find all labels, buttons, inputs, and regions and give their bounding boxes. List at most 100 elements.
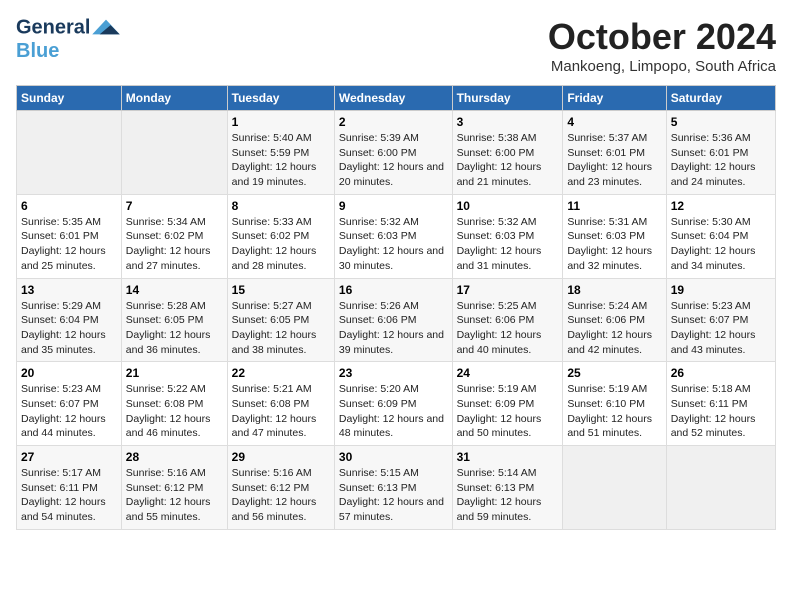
calendar-week-row: 20 Sunrise: 5:23 AMSunset: 6:07 PMDayligh… xyxy=(17,362,776,446)
calendar-cell: 16Sunrise: 5:26 AMSunset: 6:06 PMDayligh… xyxy=(334,278,452,362)
day-info: Sunrise: 5:24 AMSunset: 6:06 PMDaylight:… xyxy=(567,299,661,358)
day-info: Sunrise: 5:21 AMSunset: 6:08 PMDaylight:… xyxy=(232,382,330,441)
day-number: 5 xyxy=(671,115,771,129)
weekday-header: Wednesday xyxy=(334,86,452,111)
day-number: 13 xyxy=(21,283,117,297)
logo: General Blue xyxy=(16,16,120,62)
day-info: Sunrise: 5:36 AMSunset: 6:01 PMDaylight:… xyxy=(671,131,771,190)
location: Mankoeng, Limpopo, South Africa xyxy=(548,58,776,75)
day-number: 21 xyxy=(126,366,223,380)
weekday-header: Monday xyxy=(121,86,227,111)
calendar-cell xyxy=(17,111,122,195)
calendar-cell: 21Sunrise: 5:22 AMSunset: 6:08 PMDayligh… xyxy=(121,362,227,446)
calendar-cell: 4 Sunrise: 5:37 AMSunset: 6:01 PMDaylight… xyxy=(563,111,666,195)
calendar-cell: 19 Sunrise: 5:23 AMSunset: 6:07 PMDayligh… xyxy=(666,278,775,362)
calendar-cell: 18 Sunrise: 5:24 AMSunset: 6:06 PMDayligh… xyxy=(563,278,666,362)
day-info: Sunrise: 5:30 AMSunset: 6:04 PMDaylight:… xyxy=(671,215,771,274)
day-info: Sunrise: 5:19 AMSunset: 6:09 PMDaylight:… xyxy=(457,382,559,441)
day-number: 27 xyxy=(21,450,117,464)
day-number: 20 xyxy=(21,366,117,380)
day-info: Sunrise: 5:23 AMSunset: 6:07 PMDaylight:… xyxy=(21,382,117,441)
calendar-cell: 17Sunrise: 5:25 AMSunset: 6:06 PMDayligh… xyxy=(452,278,563,362)
calendar-week-row: 1 Sunrise: 5:40 AMSunset: 5:59 PMDaylight… xyxy=(17,111,776,195)
day-info: Sunrise: 5:28 AMSunset: 6:05 PMDaylight:… xyxy=(126,299,223,358)
day-info: Sunrise: 5:37 AMSunset: 6:01 PMDaylight:… xyxy=(567,131,661,190)
weekday-header: Thursday xyxy=(452,86,563,111)
weekday-header: Friday xyxy=(563,86,666,111)
calendar-cell: 28 Sunrise: 5:16 AMSunset: 6:12 PMDayligh… xyxy=(121,446,227,530)
calendar-cell: 24 Sunrise: 5:19 AMSunset: 6:09 PMDayligh… xyxy=(452,362,563,446)
calendar-cell: 25Sunrise: 5:19 AMSunset: 6:10 PMDayligh… xyxy=(563,362,666,446)
calendar-cell: 12Sunrise: 5:30 AMSunset: 6:04 PMDayligh… xyxy=(666,194,775,278)
day-info: Sunrise: 5:27 AMSunset: 6:05 PMDaylight:… xyxy=(232,299,330,358)
calendar-cell: 5 Sunrise: 5:36 AMSunset: 6:01 PMDaylight… xyxy=(666,111,775,195)
day-number: 23 xyxy=(339,366,448,380)
calendar-cell: 13Sunrise: 5:29 AMSunset: 6:04 PMDayligh… xyxy=(17,278,122,362)
calendar-week-row: 27 Sunrise: 5:17 AMSunset: 6:11 PMDayligh… xyxy=(17,446,776,530)
calendar-cell: 1 Sunrise: 5:40 AMSunset: 5:59 PMDaylight… xyxy=(227,111,334,195)
day-info: Sunrise: 5:17 AMSunset: 6:11 PMDaylight:… xyxy=(21,466,117,525)
day-info: Sunrise: 5:14 AMSunset: 6:13 PMDaylight:… xyxy=(457,466,559,525)
day-number: 1 xyxy=(232,115,330,129)
day-number: 18 xyxy=(567,283,661,297)
calendar-cell: 23 Sunrise: 5:20 AMSunset: 6:09 PMDayligh… xyxy=(334,362,452,446)
day-number: 30 xyxy=(339,450,448,464)
calendar-cell xyxy=(563,446,666,530)
calendar-cell: 29Sunrise: 5:16 AMSunset: 6:12 PMDayligh… xyxy=(227,446,334,530)
calendar-cell: 7Sunrise: 5:34 AMSunset: 6:02 PMDaylight… xyxy=(121,194,227,278)
day-info: Sunrise: 5:23 AMSunset: 6:07 PMDaylight:… xyxy=(671,299,771,358)
day-info: Sunrise: 5:18 AMSunset: 6:11 PMDaylight:… xyxy=(671,382,771,441)
calendar-cell: 20 Sunrise: 5:23 AMSunset: 6:07 PMDayligh… xyxy=(17,362,122,446)
day-info: Sunrise: 5:15 AMSunset: 6:13 PMDaylight:… xyxy=(339,466,448,525)
calendar-table: SundayMondayTuesdayWednesdayThursdayFrid… xyxy=(16,85,776,530)
day-info: Sunrise: 5:16 AMSunset: 6:12 PMDaylight:… xyxy=(126,466,223,525)
month-title: October 2024 xyxy=(548,16,776,58)
day-info: Sunrise: 5:25 AMSunset: 6:06 PMDaylight:… xyxy=(457,299,559,358)
day-number: 22 xyxy=(232,366,330,380)
calendar-header-row: SundayMondayTuesdayWednesdayThursdayFrid… xyxy=(17,86,776,111)
day-number: 9 xyxy=(339,199,448,213)
weekday-header: Sunday xyxy=(17,86,122,111)
day-info: Sunrise: 5:40 AMSunset: 5:59 PMDaylight:… xyxy=(232,131,330,190)
day-info: Sunrise: 5:26 AMSunset: 6:06 PMDaylight:… xyxy=(339,299,448,358)
day-number: 11 xyxy=(567,199,661,213)
calendar-cell: 22 Sunrise: 5:21 AMSunset: 6:08 PMDayligh… xyxy=(227,362,334,446)
day-info: Sunrise: 5:32 AMSunset: 6:03 PMDaylight:… xyxy=(339,215,448,274)
calendar-cell: 31 Sunrise: 5:14 AMSunset: 6:13 PMDayligh… xyxy=(452,446,563,530)
calendar-week-row: 13Sunrise: 5:29 AMSunset: 6:04 PMDayligh… xyxy=(17,278,776,362)
day-number: 19 xyxy=(671,283,771,297)
day-number: 6 xyxy=(21,199,117,213)
day-info: Sunrise: 5:32 AMSunset: 6:03 PMDaylight:… xyxy=(457,215,559,274)
day-number: 2 xyxy=(339,115,448,129)
day-number: 15 xyxy=(232,283,330,297)
calendar-cell: 10 Sunrise: 5:32 AMSunset: 6:03 PMDayligh… xyxy=(452,194,563,278)
day-number: 8 xyxy=(232,199,330,213)
calendar-cell: 9 Sunrise: 5:32 AMSunset: 6:03 PMDaylight… xyxy=(334,194,452,278)
logo-text: General Blue xyxy=(16,16,120,62)
day-number: 14 xyxy=(126,283,223,297)
day-number: 29 xyxy=(232,450,330,464)
day-info: Sunrise: 5:35 AMSunset: 6:01 PMDaylight:… xyxy=(21,215,117,274)
day-number: 4 xyxy=(567,115,661,129)
calendar-cell: 6 Sunrise: 5:35 AMSunset: 6:01 PMDaylight… xyxy=(17,194,122,278)
calendar-body: 1 Sunrise: 5:40 AMSunset: 5:59 PMDaylight… xyxy=(17,111,776,530)
day-info: Sunrise: 5:20 AMSunset: 6:09 PMDaylight:… xyxy=(339,382,448,441)
page-header: General Blue October 2024 Mankoeng, Limp… xyxy=(16,16,776,75)
calendar-cell: 8 Sunrise: 5:33 AMSunset: 6:02 PMDaylight… xyxy=(227,194,334,278)
calendar-cell: 11 Sunrise: 5:31 AMSunset: 6:03 PMDayligh… xyxy=(563,194,666,278)
day-number: 25 xyxy=(567,366,661,380)
day-info: Sunrise: 5:34 AMSunset: 6:02 PMDaylight:… xyxy=(126,215,223,274)
calendar-cell: 15 Sunrise: 5:27 AMSunset: 6:05 PMDayligh… xyxy=(227,278,334,362)
day-number: 10 xyxy=(457,199,559,213)
day-number: 31 xyxy=(457,450,559,464)
day-info: Sunrise: 5:38 AMSunset: 6:00 PMDaylight:… xyxy=(457,131,559,190)
day-info: Sunrise: 5:39 AMSunset: 6:00 PMDaylight:… xyxy=(339,131,448,190)
day-number: 26 xyxy=(671,366,771,380)
calendar-cell: 3Sunrise: 5:38 AMSunset: 6:00 PMDaylight… xyxy=(452,111,563,195)
weekday-header: Saturday xyxy=(666,86,775,111)
day-number: 24 xyxy=(457,366,559,380)
day-info: Sunrise: 5:31 AMSunset: 6:03 PMDaylight:… xyxy=(567,215,661,274)
day-info: Sunrise: 5:33 AMSunset: 6:02 PMDaylight:… xyxy=(232,215,330,274)
day-number: 28 xyxy=(126,450,223,464)
weekday-header: Tuesday xyxy=(227,86,334,111)
